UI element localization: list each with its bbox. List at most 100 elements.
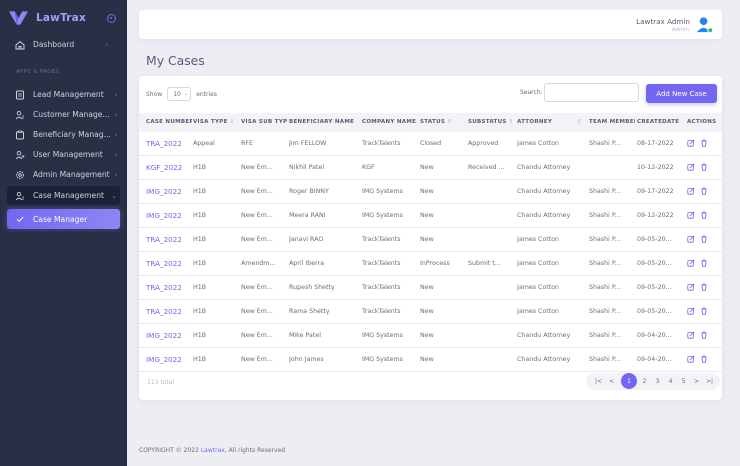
column-header[interactable]: ATTORNEY bbox=[517, 119, 572, 125]
table-cell: New bbox=[420, 356, 434, 363]
column-header-label: VISA TYPE bbox=[193, 119, 228, 125]
edit-icon[interactable] bbox=[687, 259, 695, 267]
table-cell: New Em... bbox=[241, 332, 273, 339]
column-header-label: STATUS bbox=[420, 119, 446, 125]
page-2-button[interactable]: 2 bbox=[639, 376, 650, 387]
edit-icon[interactable] bbox=[687, 163, 695, 171]
table-row: TRA_2022 H1B New Em... Rama Shetty TrackTale… bbox=[139, 300, 722, 324]
table-row: IMG_2022 H1B New Em... Roger BINNY IMG Syste… bbox=[139, 180, 722, 204]
table-cell: Shashi P... bbox=[589, 260, 621, 267]
document-icon bbox=[16, 90, 24, 99]
footer-lawtrax-link[interactable]: Lawtrax bbox=[201, 447, 225, 454]
sidebar-item-case-manager[interactable]: Case Manager bbox=[7, 209, 120, 229]
case-number-link[interactable]: TRA_2022 bbox=[146, 307, 192, 316]
case-number-link[interactable]: TRA_2022 bbox=[146, 283, 192, 292]
page-1-button[interactable]: 1 bbox=[621, 373, 637, 389]
table-cell: TrackTalents bbox=[362, 260, 401, 267]
sort-icon: ⇕ bbox=[577, 119, 582, 125]
edit-icon[interactable] bbox=[687, 307, 695, 315]
page-4-button[interactable]: 4 bbox=[665, 376, 676, 387]
page-5-button[interactable]: 5 bbox=[678, 376, 689, 387]
column-header[interactable]: BENEFICIARY NAME bbox=[289, 119, 360, 125]
column-header-label: CASE NUMBER bbox=[146, 119, 192, 125]
trash-icon[interactable] bbox=[700, 259, 708, 267]
table-cell: Amendm... bbox=[241, 260, 276, 267]
table-cell: 09-04-20... bbox=[637, 332, 672, 339]
home-icon bbox=[15, 40, 25, 49]
trash-icon[interactable] bbox=[700, 211, 708, 219]
case-number-link[interactable]: IMG_2022 bbox=[146, 211, 192, 220]
table-cell: James Cotton bbox=[517, 236, 560, 243]
edit-icon[interactable] bbox=[687, 211, 695, 219]
sidebar-item-label: User Management bbox=[33, 150, 103, 159]
sidebar-item-beneficiary-management[interactable]: Beneficiary Manag... › bbox=[7, 125, 120, 144]
column-header-label: BENEFICIARY NAME bbox=[289, 119, 355, 125]
sidebar-item-lead-management[interactable]: Lead Management › bbox=[7, 85, 120, 104]
table-cell: John James bbox=[289, 356, 324, 363]
search-input[interactable] bbox=[544, 83, 639, 102]
next-page-button[interactable]: > bbox=[691, 376, 702, 387]
page-3-button[interactable]: 3 bbox=[652, 376, 663, 387]
add-new-case-button[interactable]: Add New Case bbox=[646, 84, 717, 103]
trash-icon[interactable] bbox=[700, 355, 708, 363]
column-header[interactable]: TEAM MEMBER bbox=[589, 119, 635, 125]
table-cell: H1B bbox=[193, 164, 207, 171]
sidebar-item-user-management[interactable]: User Management › bbox=[7, 145, 120, 164]
case-number-link[interactable]: TRA_2022 bbox=[146, 235, 192, 244]
case-number-link[interactable]: TRA_2022 bbox=[146, 139, 192, 148]
edit-icon[interactable] bbox=[687, 283, 695, 291]
column-header[interactable]: ACTIONS bbox=[687, 119, 717, 125]
column-header[interactable]: CASE NUMBER bbox=[146, 119, 192, 125]
sidebar-item-case-management[interactable]: Case Management ⌄ bbox=[7, 186, 120, 205]
case-number-link[interactable]: TRA_2022 bbox=[146, 259, 192, 268]
table-cell: Received ... bbox=[468, 164, 505, 171]
trash-icon[interactable] bbox=[700, 187, 708, 195]
sidebar-collapse-toggle[interactable] bbox=[107, 13, 116, 23]
table-cell: Chandu Attorney bbox=[517, 164, 571, 171]
table-cell: Rupesh Shetty bbox=[289, 284, 335, 291]
table-cell: James Cotton bbox=[517, 140, 560, 147]
prev-page-button[interactable]: < bbox=[606, 376, 617, 387]
case-number-link[interactable]: IMG_2022 bbox=[146, 331, 192, 340]
column-header[interactable]: ⇕ bbox=[575, 119, 587, 125]
table-cell: Appeal bbox=[193, 140, 215, 147]
trash-icon[interactable] bbox=[700, 235, 708, 243]
case-number-link[interactable]: IMG_2022 bbox=[146, 355, 192, 364]
table-cell: Chandu Attorney bbox=[517, 188, 571, 195]
trash-icon[interactable] bbox=[700, 163, 708, 171]
edit-icon[interactable] bbox=[687, 355, 695, 363]
table-cell: 09-05-20... bbox=[637, 284, 672, 291]
table-cell: Shashi P... bbox=[589, 356, 621, 363]
edit-icon[interactable] bbox=[687, 235, 695, 243]
edit-icon[interactable] bbox=[687, 331, 695, 339]
case-number-link[interactable]: IMG_2022 bbox=[146, 187, 192, 196]
table-cell: Shashi P... bbox=[589, 332, 621, 339]
column-header[interactable]: SUBSTATUS ⇕ bbox=[468, 119, 515, 125]
page-title: My Cases bbox=[146, 53, 205, 68]
trash-icon[interactable] bbox=[700, 331, 708, 339]
table-cell: Chandu Attorney bbox=[517, 332, 571, 339]
column-header[interactable]: VISA TYPE ⇕ bbox=[193, 119, 239, 125]
column-header[interactable]: VISA SUB TYPE bbox=[241, 119, 287, 125]
sidebar-item-customer-management[interactable]: Customer Manage... › bbox=[7, 105, 120, 124]
table-cell: James Cotton bbox=[517, 308, 560, 315]
first-page-button[interactable]: |< bbox=[593, 376, 604, 387]
trash-icon[interactable] bbox=[700, 307, 708, 315]
column-header[interactable]: CREATEDATE bbox=[637, 119, 685, 125]
edit-icon[interactable] bbox=[687, 139, 695, 147]
sidebar-item-admin-management[interactable]: Admin Management › bbox=[7, 165, 120, 184]
table-cell: New bbox=[420, 236, 434, 243]
sidebar-item-dashboard[interactable]: Dashboard › bbox=[7, 35, 120, 54]
case-number-link[interactable]: KGF_2022 bbox=[146, 163, 192, 172]
column-header[interactable]: STATUS ⇕ bbox=[420, 119, 466, 125]
table-cell: H1B bbox=[193, 308, 207, 315]
table-header: CASE NUMBER VISA TYPE ⇕ VISA SUB TYPE BENEFI… bbox=[139, 113, 722, 132]
trash-icon[interactable] bbox=[700, 283, 708, 291]
edit-icon[interactable] bbox=[687, 187, 695, 195]
table-cell: RFE bbox=[241, 140, 253, 147]
user-avatar-icon[interactable] bbox=[695, 15, 714, 34]
page-length-select[interactable]: 10 ⌄ bbox=[167, 87, 192, 101]
last-page-button[interactable]: >| bbox=[704, 376, 715, 387]
column-header[interactable]: COMPANY NAME bbox=[362, 119, 418, 125]
trash-icon[interactable] bbox=[700, 139, 708, 147]
